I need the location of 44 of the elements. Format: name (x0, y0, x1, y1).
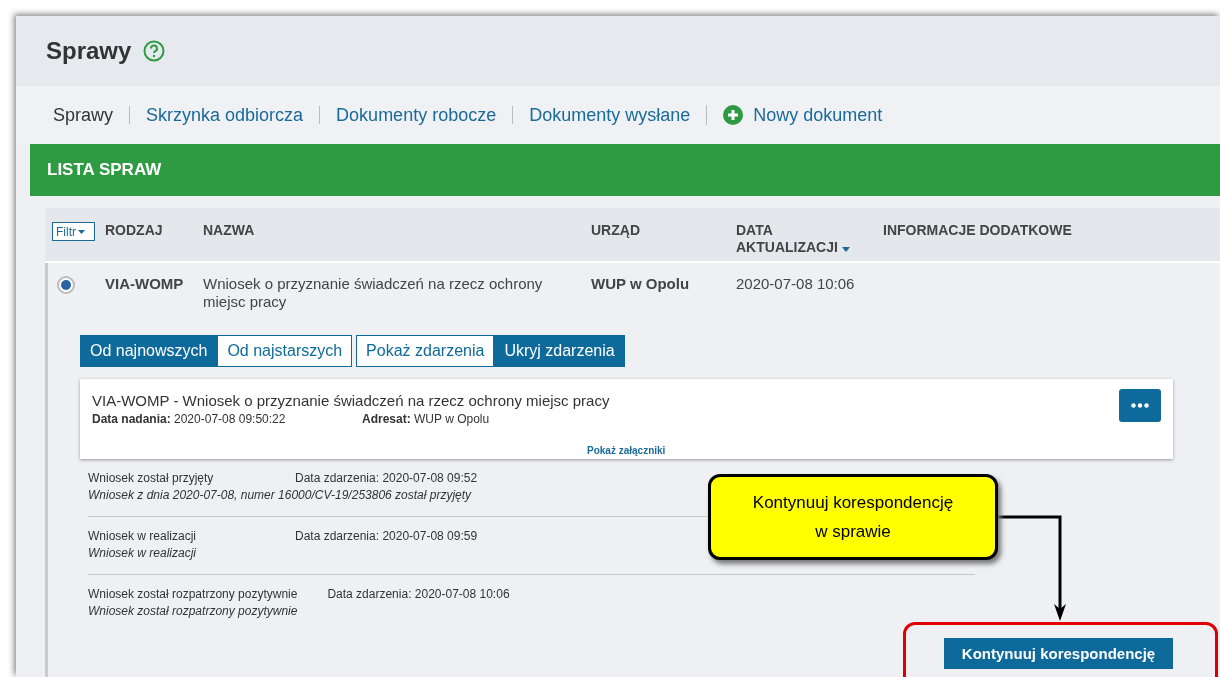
document-title: VIA-WOMP - Wniosek o przyznanie świadczeń na rzecz ochrony miejsc pracy (92, 392, 611, 409)
radio-button[interactable] (57, 276, 75, 294)
new-document-link[interactable]: Nowy dokument (706, 105, 899, 125)
nav-link[interactable]: Skrzynka odbiorcza (129, 106, 320, 124)
sort-caret-icon (841, 247, 850, 252)
event-description: Wniosek został rozpatrzony pozytywnie (88, 604, 299, 618)
ellipsis-icon (1131, 403, 1149, 408)
callout-note: Kontynuuj korespondencję w sprawie (708, 474, 998, 560)
caret-icon (78, 229, 85, 234)
page-title: Sprawy (46, 37, 132, 65)
table-cell-text: VIA-WOMP (105, 275, 185, 294)
column-header[interactable]: DATA AKTUALIZACJI (736, 222, 856, 261)
help-icon[interactable] (143, 40, 166, 62)
nav-link[interactable]: Dokumenty robocze (319, 106, 513, 124)
continue-button[interactable]: Kontynuuj korespondencję (944, 638, 1173, 669)
column-header: INFORMACJE DODATKOWE (883, 222, 1073, 240)
nav-link[interactable]: Dokumenty wysłane (512, 106, 707, 124)
event-name: Wniosek został rozpatrzony pozytywnie (88, 587, 298, 601)
table-cell-text: WUP w Opolu (591, 275, 691, 294)
sort-toggle-button[interactable]: Od najstarszych (217, 335, 353, 367)
more-button[interactable] (1119, 389, 1161, 422)
table-cell-text: 2020-07-08 10:06 (736, 275, 856, 294)
event-date: Data zdarzenia: 2020-07-08 10:06 (327, 587, 510, 601)
sent-date: Data nadania: 2020-07-08 09:50:22 (92, 412, 287, 426)
event-name: Wniosek został przyjęty (88, 471, 215, 485)
column-header: URZĄD (591, 222, 641, 240)
event-date: Data zdarzenia: 2020-07-08 09:59 (295, 529, 478, 543)
sort-toggle-button[interactable]: Od najnowszych (80, 335, 218, 367)
section-title: LISTA SPRAW (47, 160, 162, 180)
addressee: Adresat: WUP w Opolu (362, 412, 490, 426)
plus-icon (723, 105, 744, 125)
nav-link[interactable]: Sprawy (53, 106, 130, 124)
column-header: NAZWA (203, 222, 256, 240)
column-header: RODZAJ (105, 222, 164, 240)
event-description: Wniosek z dnia 2020-07-08, numer 16000/CV-19/253806 został przyjęty (88, 488, 473, 502)
attachments-link[interactable]: Pokaż załączniki (587, 445, 666, 456)
events-toggle-button[interactable]: Pokaż zdarzenia (356, 335, 495, 367)
table-cell-text: Wniosek o przyznanie świadczeń na rzecz ochrony miejsc pracy (203, 275, 544, 311)
filter-button[interactable]: Filtr (52, 222, 95, 241)
event-date: Data zdarzenia: 2020-07-08 09:52 (295, 471, 478, 485)
case-row[interactable] (45, 263, 1220, 677)
events-toggle-button[interactable]: Ukryj zdarzenia (494, 335, 625, 367)
event-name: Wniosek w realizacji (88, 529, 198, 543)
event-description: Wniosek w realizacji (88, 546, 198, 560)
